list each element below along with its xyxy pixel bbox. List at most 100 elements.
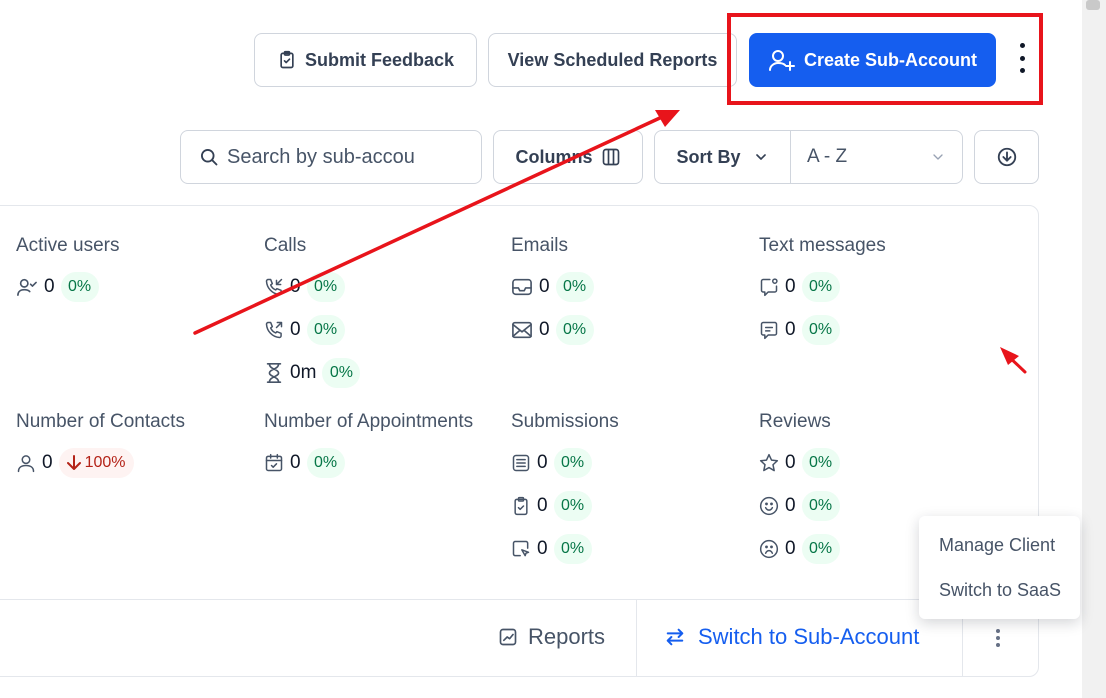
metric-text-messages: Text messages — [759, 235, 886, 257]
inbox-icon — [512, 278, 532, 296]
metric-row: 0 0% — [511, 491, 592, 521]
menu-item-switch-to-saas[interactable]: Switch to SaaS — [939, 580, 1061, 601]
kebab-dot — [996, 643, 1000, 647]
percent-badge: 0% — [553, 534, 592, 564]
more-options-button[interactable] — [1014, 40, 1030, 76]
metric-appointments: Number of Appointments — [264, 411, 473, 433]
sort-by-dropdown[interactable]: Sort By — [655, 131, 791, 183]
kebab-dot — [1019, 55, 1025, 61]
card-options-menu: Manage Client Switch to SaaS — [919, 516, 1080, 619]
message-incoming-icon — [760, 278, 778, 297]
form-icon — [512, 454, 530, 472]
metric-value: 0m — [290, 362, 317, 383]
metric-row: 0 0% — [759, 272, 840, 302]
calendar-check-icon — [265, 453, 283, 472]
page-scrollbar[interactable] — [1082, 0, 1106, 698]
submit-feedback-label: Submit Feedback — [304, 49, 455, 70]
metric-row: 0 0% — [759, 315, 840, 345]
create-sub-account-label: Create Sub-Account — [803, 49, 978, 70]
columns-label: Columns — [515, 146, 593, 167]
footer-divider — [636, 600, 637, 676]
metric-reviews: Reviews — [759, 411, 831, 433]
card-more-options-button[interactable] — [996, 629, 1002, 647]
metric-title: Submissions — [511, 411, 619, 432]
kebab-dot — [1019, 68, 1025, 73]
download-button[interactable] — [974, 130, 1039, 184]
kebab-dot — [996, 629, 1000, 633]
metric-row: 0 0% — [264, 315, 345, 345]
reports-link[interactable]: Reports — [498, 624, 605, 650]
chart-line-icon — [499, 628, 517, 646]
metric-value: 0 — [539, 276, 550, 297]
percent-badge: 0% — [555, 272, 594, 302]
sort-control: Sort By A - Z — [654, 130, 963, 184]
search-box[interactable] — [180, 130, 482, 184]
search-input[interactable] — [227, 145, 447, 169]
metric-title: Number of Appointments — [264, 411, 474, 432]
percent-value: 100% — [84, 454, 126, 471]
percent-badge: 0% — [555, 315, 594, 345]
percent-badge: 0% — [801, 491, 840, 521]
metric-value: 0 — [785, 538, 796, 559]
metric-calls: Calls — [264, 235, 306, 257]
columns-icon — [602, 148, 619, 166]
metric-title: Reviews — [759, 411, 831, 432]
sort-order-value: A - Z — [807, 146, 848, 167]
metric-value: 0 — [290, 452, 301, 473]
user-icon — [17, 455, 35, 473]
sort-order-select[interactable]: A - Z — [791, 131, 962, 183]
metric-value: 0 — [537, 452, 548, 473]
percent-badge: 0% — [801, 315, 840, 345]
percent-badge: 0% — [322, 358, 361, 388]
columns-button[interactable]: Columns — [493, 130, 643, 184]
metric-value: 0 — [539, 319, 550, 340]
metric-row: 0 0% — [16, 272, 99, 302]
percent-badge-negative: 100% — [58, 448, 134, 478]
percent-badge: 0% — [801, 534, 840, 564]
metric-value: 0 — [44, 276, 55, 297]
kebab-dot — [1019, 43, 1025, 48]
view-scheduled-reports-label: View Scheduled Reports — [507, 49, 718, 70]
percent-badge: 0% — [306, 272, 345, 302]
metric-value: 0 — [785, 495, 796, 516]
phone-incoming-icon — [265, 278, 283, 296]
user-plus-icon — [768, 50, 795, 71]
submit-feedback-button[interactable]: Submit Feedback — [254, 33, 477, 87]
switch-arrows-icon — [666, 628, 684, 646]
metric-row: 0 0% — [759, 448, 840, 478]
view-scheduled-reports-button[interactable]: View Scheduled Reports — [488, 33, 737, 87]
metric-title: Number of Contacts — [16, 411, 185, 432]
percent-badge: 0% — [306, 315, 345, 345]
user-check-icon — [17, 278, 37, 296]
page-scrollbar-thumb[interactable] — [1086, 0, 1100, 10]
percent-badge: 0% — [553, 491, 592, 521]
switch-to-sub-account-label: Switch to Sub-Account — [698, 624, 920, 649]
metric-row: 0m 0% — [264, 358, 361, 388]
metric-title: Active users — [16, 235, 120, 256]
percent-badge: 0% — [801, 272, 840, 302]
switch-to-sub-account-link[interactable]: Switch to Sub-Account — [664, 624, 919, 650]
metric-row: 0 0% — [264, 272, 345, 302]
survey-icon — [512, 540, 530, 557]
search-icon — [201, 149, 218, 166]
arrow-down-icon — [66, 455, 81, 470]
create-sub-account-button[interactable]: Create Sub-Account — [749, 33, 996, 87]
metric-row: 0 100% — [16, 448, 134, 478]
chevron-down-icon — [755, 154, 766, 160]
menu-item-manage-client[interactable]: Manage Client — [939, 535, 1055, 556]
reports-label: Reports — [528, 624, 606, 649]
metric-value: 0 — [290, 276, 301, 297]
clipboard-check-icon — [280, 50, 294, 69]
clipboard-check-icon — [514, 496, 528, 516]
metric-row: 0 0% — [759, 491, 840, 521]
metric-row: 0 0% — [511, 534, 592, 564]
percent-badge: 0% — [801, 448, 840, 478]
metric-value: 0 — [42, 452, 53, 473]
download-circle-icon — [997, 147, 1016, 167]
metric-row: 0 0% — [511, 315, 594, 345]
metric-title: Emails — [511, 235, 569, 256]
mail-icon — [512, 321, 532, 339]
metric-active-users: Active users — [16, 235, 119, 257]
metric-value: 0 — [537, 495, 548, 516]
metric-row: 0 0% — [264, 448, 345, 478]
